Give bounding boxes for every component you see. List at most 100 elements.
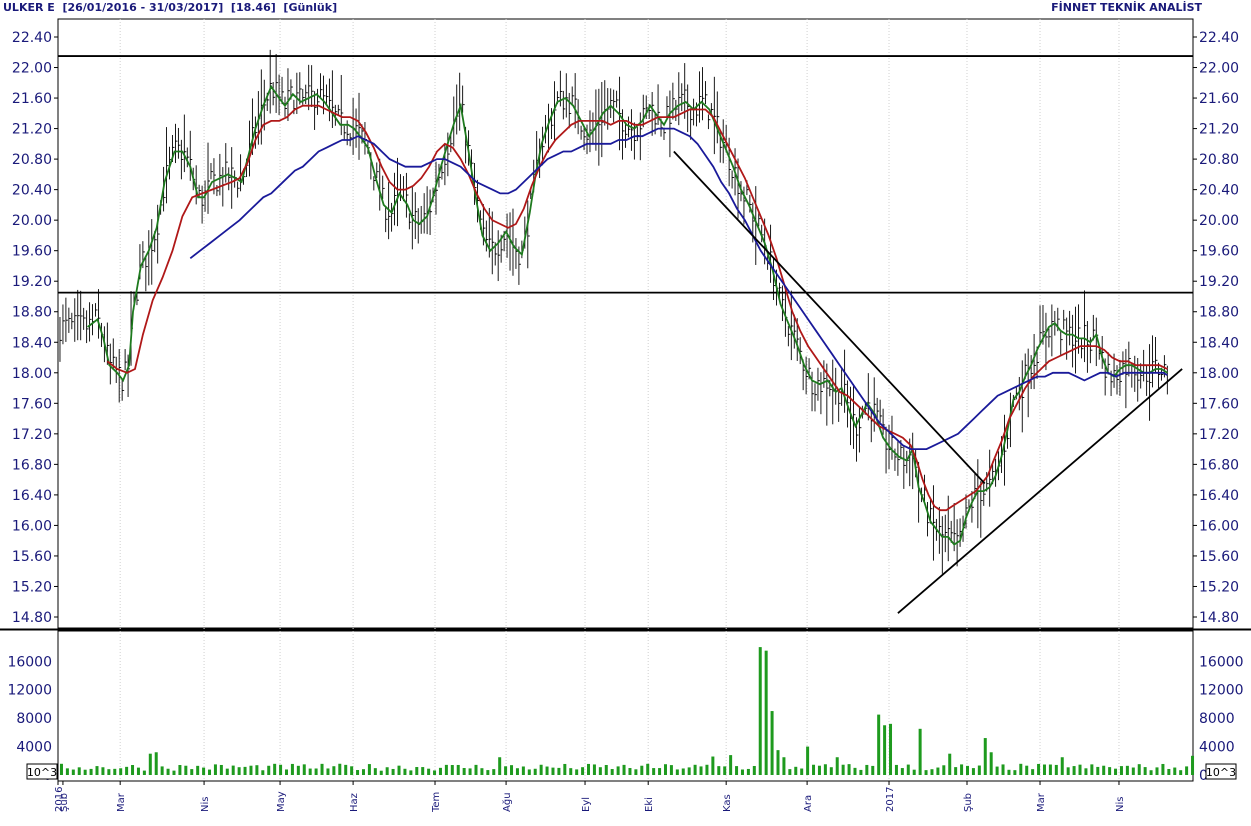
- volume-bar: [841, 764, 845, 775]
- volume-bar: [557, 767, 561, 775]
- x-tick-label: Nis: [1115, 797, 1126, 812]
- volume-bar: [622, 764, 626, 775]
- y-tick-label-right: 20.00: [1199, 213, 1239, 229]
- volume-bar: [178, 765, 182, 775]
- volume-bar: [930, 769, 934, 775]
- volume-bar: [379, 770, 383, 775]
- volume-bar: [604, 764, 608, 775]
- volume-bar: [675, 769, 679, 775]
- volume-bar: [983, 738, 987, 775]
- volume-bar: [995, 766, 999, 775]
- volume-bar: [527, 769, 531, 775]
- volume-bar: [1007, 769, 1011, 775]
- x-tick-label: Eyl: [581, 797, 592, 812]
- y-tick-label-right: 19.60: [1199, 244, 1239, 260]
- volume-bar: [95, 766, 99, 775]
- volume-bar: [1013, 770, 1017, 775]
- y-tick-label-left: 22.00: [12, 61, 52, 77]
- volume-bar: [681, 768, 685, 775]
- volume-bar: [1167, 768, 1171, 775]
- volume-bar: [285, 769, 288, 775]
- volume-bar: [225, 768, 229, 775]
- volume-bar: [859, 769, 863, 775]
- volume-bar: [279, 764, 283, 775]
- volume-bar: [853, 767, 857, 775]
- volume-bar: [255, 765, 259, 775]
- volume-bar: [1155, 767, 1159, 775]
- volume-bar: [1179, 770, 1183, 775]
- volume-bar: [800, 768, 804, 775]
- volume-bar: [1084, 768, 1088, 775]
- volume-bar: [397, 765, 401, 775]
- volume-tick-label-left: 12000: [7, 683, 52, 699]
- volume-bar: [1031, 769, 1035, 775]
- y-tick-label-left: 15.60: [12, 549, 52, 565]
- volume-unit-box-left-label: 10^3: [27, 766, 57, 779]
- volume-bar: [308, 768, 312, 775]
- volume-bar: [794, 766, 798, 775]
- volume-bar: [735, 766, 739, 775]
- y-tick-label-left: 20.40: [12, 183, 52, 199]
- volume-bar: [948, 753, 952, 775]
- volume-bar: [338, 763, 342, 775]
- y-tick-label-right: 21.60: [1199, 91, 1239, 107]
- volume-bar: [367, 764, 371, 775]
- x-tick-label: Şub: [59, 793, 70, 812]
- volume-bar: [764, 650, 768, 775]
- y-tick-label-right: 18.80: [1199, 305, 1239, 321]
- volume-bar: [545, 766, 549, 775]
- volume-bar: [1191, 755, 1195, 775]
- volume-bar: [1066, 767, 1070, 775]
- volume-bar: [1173, 767, 1177, 775]
- volume-bar: [1125, 765, 1129, 775]
- volume-bar: [1019, 763, 1023, 775]
- volume-bar: [539, 764, 543, 775]
- volume-bar: [71, 769, 75, 775]
- y-tick-label-left: 19.20: [12, 274, 52, 290]
- price-bars: [59, 49, 1170, 574]
- volume-bar: [829, 767, 833, 775]
- volume-bar: [847, 764, 851, 775]
- volume-bar: [1161, 763, 1165, 775]
- volume-bar: [498, 757, 502, 775]
- volume-bar: [770, 711, 774, 775]
- volume-tick-label-left: 8000: [16, 711, 52, 727]
- volume-panel-frame: [57, 630, 1194, 782]
- x-tick-label: 2017: [885, 787, 896, 812]
- volume-bar: [705, 764, 709, 775]
- volume-bar: [711, 756, 715, 775]
- volume-tick-label-left: 4000: [16, 740, 52, 756]
- volume-bar: [1114, 768, 1118, 775]
- volume-bar: [172, 770, 176, 775]
- volume-bar: [1042, 764, 1046, 775]
- volume-bar: [332, 766, 336, 775]
- volume-bar: [776, 750, 780, 775]
- y-tick-label-left: 21.20: [12, 122, 52, 138]
- volume-bar: [1149, 770, 1153, 775]
- y-tick-label-left: 17.60: [12, 396, 52, 412]
- x-tick-label: Eki: [644, 797, 655, 812]
- volume-bar: [59, 763, 63, 775]
- volume-bar: [456, 764, 460, 775]
- volume-bar: [113, 768, 117, 775]
- stock-chart: ULKER E [26/01/2016 - 31/03/2017] [18.46…: [0, 0, 1251, 822]
- volume-bar: [812, 764, 816, 775]
- volume-bar: [889, 723, 893, 775]
- chart-canvas: 2016Şub Mar Nis May Haz Tem Ağu Eyl Eki Kas Ara 201…: [0, 18, 1251, 813]
- volume-bar: [373, 768, 377, 775]
- price-panel-frame: [57, 18, 1194, 629]
- volume-bar: [883, 725, 887, 775]
- y-tick-label-right: 22.40: [1199, 30, 1239, 46]
- volume-bar: [296, 765, 300, 775]
- volume-bar: [101, 767, 105, 775]
- volume-tick-label-right: 8000: [1199, 711, 1235, 727]
- volume-bar: [835, 757, 839, 775]
- volume-bar: [954, 767, 958, 775]
- volume-bar: [942, 765, 946, 775]
- volume-bar: [616, 766, 620, 775]
- volume-bar: [658, 768, 662, 775]
- volume-bar: [1185, 766, 1189, 775]
- volume-bar: [409, 770, 413, 775]
- volume-bar: [136, 767, 140, 775]
- y-tick-label-left: 18.00: [12, 366, 52, 382]
